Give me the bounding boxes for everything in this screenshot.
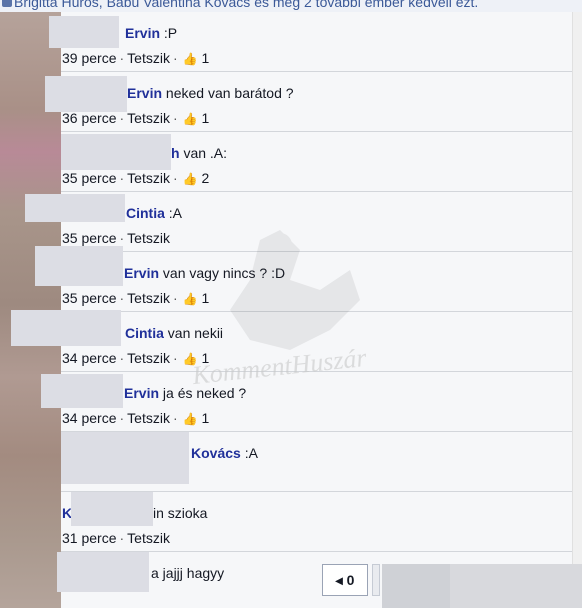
comment-author[interactable]: Ervin: [124, 385, 159, 401]
thumbs-up-icon: 👍: [182, 172, 198, 186]
like-icon: [2, 0, 12, 7]
redacted-avatar: [35, 246, 123, 286]
redacted-avatar: [45, 76, 127, 112]
comment-author[interactable]: Ervin: [125, 25, 160, 41]
comment-time[interactable]: 35 perce: [62, 230, 116, 246]
thumbs-up-icon: 👍: [182, 412, 198, 426]
like-count[interactable]: 1: [201, 50, 209, 66]
like-count[interactable]: 1: [201, 110, 209, 126]
likes-text[interactable]: Brigitta Hüros, Babu Valentina Kovács és…: [14, 0, 478, 10]
chat-count-button[interactable]: ◂ 0: [322, 564, 368, 596]
comment-time[interactable]: 35 perce: [62, 170, 116, 186]
like-count[interactable]: 2: [201, 170, 209, 186]
comment-item: Kovács :A: [61, 432, 572, 492]
comment-time[interactable]: 34 perce: [62, 410, 116, 426]
comment-item: h van .A: 35 perce · Tetszik · 👍 2: [61, 132, 572, 192]
scrollbar[interactable]: [572, 12, 582, 608]
comment-text: neked van barátod ?: [162, 85, 294, 101]
like-link[interactable]: Tetszik: [127, 110, 170, 126]
redacted-avatar: [11, 310, 121, 346]
like-link[interactable]: Tetszik: [127, 530, 170, 546]
likes-summary: Brigitta Hüros, Babu Valentina Kovács és…: [0, 0, 582, 12]
comment-item: Ervin :P 39 perce · Tetszik · 👍 1: [49, 12, 572, 72]
redacted-avatar: [57, 552, 149, 592]
comment-time[interactable]: 35 perce: [62, 290, 116, 306]
like-link[interactable]: Tetszik: [127, 230, 170, 246]
thumbs-up-icon: 👍: [182, 52, 198, 66]
redacted-chat-area: [450, 564, 582, 608]
comment-time[interactable]: 34 perce: [62, 350, 116, 366]
like-link[interactable]: Tetszik: [127, 410, 170, 426]
comment-time[interactable]: 39 perce: [62, 50, 116, 66]
comment-text: van vagy nincs ? :D: [159, 265, 286, 281]
redacted-avatar: [49, 16, 119, 48]
comment-text: :P: [160, 25, 178, 41]
comment-item: Ervin neked van barátod ? 36 perce · Tetsz…: [45, 72, 572, 132]
comment-author[interactable]: h: [171, 145, 180, 161]
redacted-avatar: [41, 374, 123, 408]
comment-text: in szioka: [153, 505, 208, 521]
chat-bar: ◂ 0: [320, 562, 582, 608]
comment-text: a jajjj hagyy: [151, 565, 225, 581]
comment-text: van .A:: [179, 145, 228, 161]
chat-divider: [372, 564, 380, 596]
redacted-avatar: [61, 134, 171, 170]
comment-item: Ervin van vagy nincs ? :D 35 perce · Tetsz…: [35, 246, 572, 312]
comment-item: Ervin ja és neked ? 34 perce · Tetszik · 👍 1: [41, 372, 572, 432]
comment-author[interactable]: Cintia: [126, 205, 165, 221]
comment-item: K in szioka 31 perce · Tetszik: [61, 492, 572, 552]
comment-text: van nekii: [163, 325, 224, 341]
comment-author[interactable]: Ervin: [127, 85, 162, 101]
redacted-avatar: [25, 194, 125, 222]
redacted-name: [71, 492, 153, 526]
comment-author[interactable]: Ervin: [124, 265, 159, 281]
like-link[interactable]: Tetszik: [127, 170, 170, 186]
comment-item: Cintia :A 35 perce · Tetszik: [25, 192, 572, 252]
like-link[interactable]: Tetszik: [127, 290, 170, 306]
like-link[interactable]: Tetszik: [127, 350, 170, 366]
like-link[interactable]: Tetszik: [127, 50, 170, 66]
redacted-avatar: [61, 432, 189, 484]
comment-time[interactable]: 31 perce: [62, 530, 116, 546]
like-count[interactable]: 1: [201, 410, 209, 426]
thumbs-up-icon: 👍: [182, 292, 198, 306]
like-count[interactable]: 1: [201, 290, 209, 306]
comment-time[interactable]: 36 perce: [62, 110, 116, 126]
comment-author[interactable]: Cintia: [125, 325, 164, 341]
comment-text: :A: [240, 445, 258, 461]
comment-text: :A: [164, 205, 183, 221]
comment-author[interactable]: Kovács: [191, 445, 241, 461]
comment-list: Ervin :P 39 perce · Tetszik · 👍 1 Ervin neke…: [11, 12, 572, 608]
thumbs-up-icon: 👍: [182, 112, 198, 126]
chat-count: 0: [346, 572, 355, 588]
